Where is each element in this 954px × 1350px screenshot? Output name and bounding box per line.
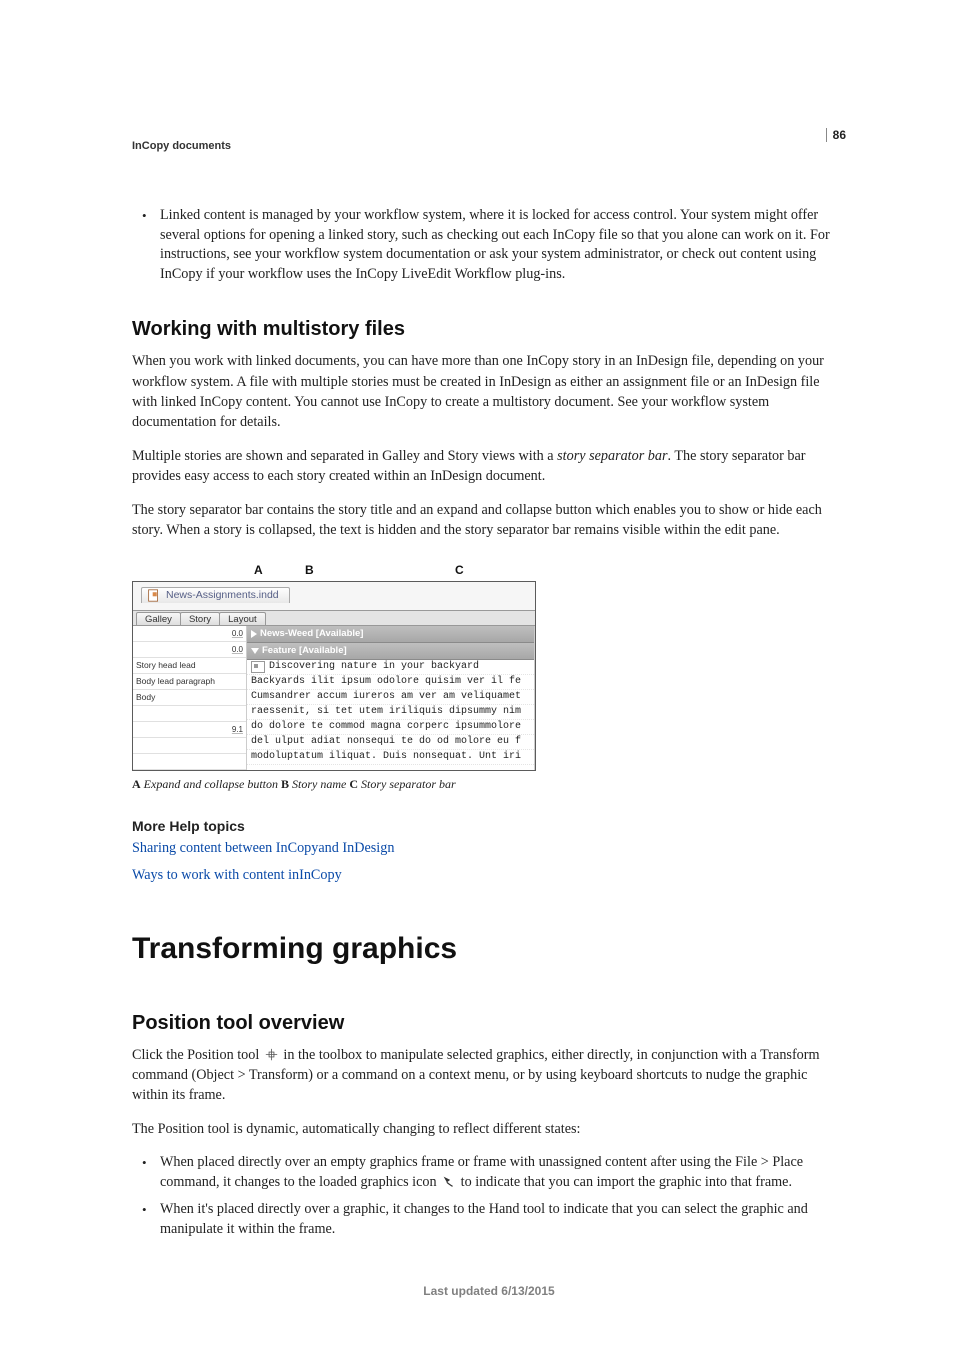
intro-list: Linked content is managed by your workfl… [132, 206, 846, 284]
caption-key-c: C [349, 777, 358, 791]
figure-screenshot: News-Assignments.indd Galley Story Layou… [132, 581, 536, 771]
position-tool-list: When placed directly over an empty graph… [132, 1153, 846, 1239]
callout-b: B [305, 563, 314, 577]
caption-key-a: A [132, 777, 141, 791]
left-row: Story head lead [133, 658, 246, 674]
tab-story: Story [180, 612, 220, 625]
figure-content-area: 0.0 0.0 Story head lead Body lead paragr… [133, 625, 535, 770]
paragraph-icon [251, 661, 265, 673]
view-tab-row: Galley Story Layout [133, 610, 535, 625]
story-text-line: Cumsandrer accum iureros am ver am veliq… [247, 690, 534, 705]
emphasis: story separator bar [557, 448, 667, 464]
story-bar-label: News-Weed [Available] [260, 627, 363, 641]
caption-text: Story separator bar [358, 777, 456, 791]
figure-multistory: A B C News-Assignments.indd Galley Story… [132, 563, 846, 792]
document-tab: News-Assignments.indd [141, 587, 290, 603]
list-item: When placed directly over an empty graph… [132, 1153, 846, 1192]
story-text-line: raessenit, si tet utem iriliquis dipsumm… [247, 705, 534, 720]
expand-icon [251, 630, 257, 638]
body-paragraph: The Position tool is dynamic, automatica… [132, 1119, 846, 1139]
collapse-icon [251, 648, 259, 654]
story-separator-bar-collapsed: News-Weed [Available] [247, 626, 534, 643]
left-row: 9.1 [133, 722, 246, 738]
indesign-doc-icon [146, 589, 161, 602]
body-paragraph: Multiple stories are shown and separated… [132, 446, 846, 486]
text: to indicate that you can import the grap… [457, 1174, 792, 1190]
page-number: 86 [826, 128, 846, 142]
body-paragraph: When you work with linked documents, you… [132, 351, 846, 432]
list-item: When it's placed directly over a graphic… [132, 1200, 846, 1239]
text: Click the Position tool [132, 1047, 263, 1063]
callout-a: A [254, 563, 263, 577]
caption-text: Expand and collapse button [141, 777, 281, 791]
figure-caption: A Expand and collapse button B Story nam… [132, 777, 846, 792]
page-footer: Last updated 6/13/2015 [132, 1284, 846, 1298]
left-row [133, 754, 246, 770]
document-tab-row: News-Assignments.indd [133, 582, 535, 610]
left-row [133, 738, 246, 754]
left-row: 0.0 [133, 642, 246, 658]
story-text-line: Discovering nature in your backyard [247, 660, 534, 675]
figure-right-column: News-Weed [Available] Feature [Available… [247, 626, 535, 770]
intro-bullet: Linked content is managed by your workfl… [132, 206, 846, 284]
story-separator-bar-expanded: Feature [Available] [247, 643, 534, 660]
body-paragraph: Click the Position tool in the toolbox t… [132, 1045, 846, 1105]
chapter-heading-transforming: Transforming graphics [132, 932, 846, 966]
document-tab-label: News-Assignments.indd [166, 589, 279, 601]
figure-callout-labels: A B C [132, 563, 846, 581]
story-text-line: modoluptatum iliquat. Duis nonsequat. Un… [247, 750, 534, 765]
story-text-line: Backyards ilit ipsum odolore quisim ver … [247, 675, 534, 690]
loaded-graphics-icon [441, 1175, 456, 1188]
callout-c: C [455, 563, 464, 577]
left-row [133, 706, 246, 722]
help-link[interactable]: Ways to work with content inInCopy [132, 867, 846, 884]
section-heading-multistory: Working with multistory files [132, 318, 846, 341]
section-heading-position-tool: Position tool overview [132, 1012, 846, 1035]
tab-layout: Layout [219, 612, 266, 625]
more-help-heading: More Help topics [132, 818, 846, 834]
running-head: InCopy documents [132, 140, 846, 152]
caption-text: Story name [289, 777, 349, 791]
story-bar-label: Feature [Available] [262, 644, 347, 658]
story-text-line: del ulput adiat nonsequi te do od molore… [247, 735, 534, 750]
help-link[interactable]: Sharing content between InCopyand InDesi… [132, 840, 846, 857]
left-row: Body [133, 690, 246, 706]
position-tool-icon [264, 1048, 279, 1061]
tab-galley: Galley [136, 612, 181, 625]
body-paragraph: The story separator bar contains the sto… [132, 500, 846, 540]
text: Multiple stories are shown and separated… [132, 448, 557, 464]
story-text-line: do dolore te commod magna corperc ipsumm… [247, 720, 534, 735]
figure-left-column: 0.0 0.0 Story head lead Body lead paragr… [133, 626, 247, 770]
left-row: Body lead paragraph [133, 674, 246, 690]
caption-key-b: B [281, 777, 289, 791]
left-row: 0.0 [133, 626, 246, 642]
